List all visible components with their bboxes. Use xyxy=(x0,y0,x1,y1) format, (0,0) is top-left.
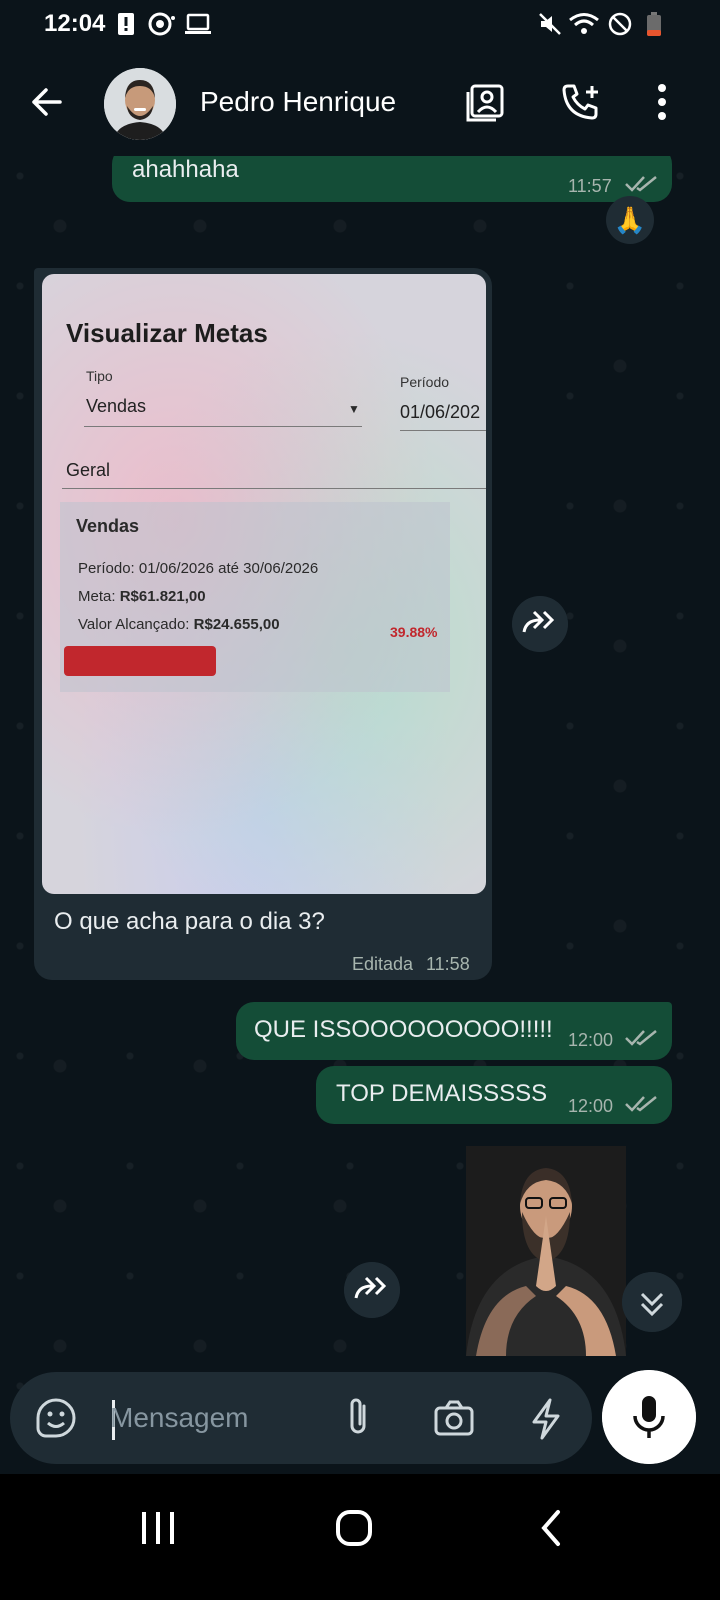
message-bubble-outgoing[interactable]: TOP DEMAISSSSS 12:00 xyxy=(316,1066,672,1124)
read-ticks-icon xyxy=(625,1030,657,1046)
message-bubble-outgoing[interactable]: QUE ISSOOOOOOOOO!!!!! 12:00 xyxy=(236,1002,672,1060)
card-valor-value: R$24.655,00 xyxy=(193,616,280,633)
divider xyxy=(62,488,486,489)
image-periodo-value: 01/06/202 xyxy=(400,402,481,422)
message-time: 11:58 xyxy=(426,954,470,974)
system-nav-bar xyxy=(0,1474,720,1600)
chat-header: Pedro Henrique xyxy=(0,48,720,156)
message-composer: Mensagem xyxy=(10,1372,592,1464)
back-nav-icon[interactable] xyxy=(528,1504,576,1552)
card-periodo: Período: 01/06/2026 até 30/06/2026 xyxy=(78,560,318,577)
message-text: TOP DEMAISSSSS xyxy=(336,1080,548,1107)
laptop-icon xyxy=(185,13,211,34)
image-tipo-label: Tipo xyxy=(86,368,113,384)
card-meta-value: R$61.821,00 xyxy=(119,588,206,605)
card-title: Vendas xyxy=(76,516,140,536)
chat-area[interactable]: ahahhaha 11:57 🙏 Visualizar Metas Tipo V… xyxy=(0,156,720,1506)
back-arrow-icon[interactable] xyxy=(26,82,66,122)
message-time: 12:00 xyxy=(568,1030,614,1050)
card-meta-label: Meta: xyxy=(78,588,116,605)
read-ticks-icon xyxy=(625,1096,657,1112)
message-time: 12:00 xyxy=(568,1096,614,1116)
forward-icon[interactable] xyxy=(512,596,568,652)
contact-name[interactable]: Pedro Henrique xyxy=(200,86,396,118)
message-time: 11:57 xyxy=(568,176,612,196)
sticker-emoji-icon[interactable] xyxy=(32,1394,80,1442)
status-bar: 12:04 xyxy=(0,0,720,48)
card-periodo-value: 01/06/2026 até 30/06/2026 xyxy=(138,560,319,577)
message-text: ahahhaha xyxy=(132,156,239,183)
wifi-icon xyxy=(569,13,599,34)
message-image[interactable]: Visualizar Metas Tipo Vendas ▼ Período 0… xyxy=(42,274,486,894)
microphone-icon[interactable] xyxy=(602,1370,696,1464)
avatar[interactable] xyxy=(104,68,176,140)
recent-apps-icon[interactable] xyxy=(134,1504,182,1552)
sticker-image xyxy=(466,1146,626,1356)
card-percent: 39.88% xyxy=(390,624,438,640)
status-time: 12:04 xyxy=(44,10,106,37)
battery-icon xyxy=(647,12,661,36)
progress-bar xyxy=(64,646,216,676)
card-valor: Valor Alcançado: R$24.655,00 xyxy=(78,616,280,633)
forward-icon[interactable] xyxy=(344,1262,400,1318)
card-valor-label: Valor Alcançado: xyxy=(78,616,190,633)
more-options-icon[interactable] xyxy=(638,78,686,126)
edited-label: Editada xyxy=(352,954,414,974)
do-not-disturb-icon xyxy=(608,12,632,36)
card-meta: Meta: R$61.821,00 xyxy=(78,588,206,605)
alert-icon xyxy=(118,13,134,35)
home-icon[interactable] xyxy=(330,1504,378,1552)
praying-man-sticker[interactable] xyxy=(466,1146,626,1356)
image-geral: Geral xyxy=(66,460,111,480)
mute-icon xyxy=(539,13,561,35)
attachment-icon[interactable] xyxy=(334,1394,382,1442)
image-caption: O que acha para o dia 3? xyxy=(54,908,325,935)
contact-avatar-image xyxy=(104,68,176,140)
message-input[interactable]: Mensagem xyxy=(110,1402,249,1434)
dropdown-caret-icon: ▼ xyxy=(348,402,360,416)
message-bubble-outgoing[interactable]: ahahhaha 11:57 xyxy=(112,156,672,202)
scroll-to-bottom-icon[interactable] xyxy=(622,1272,682,1332)
camera-icon[interactable] xyxy=(430,1394,478,1442)
read-ticks-icon xyxy=(625,176,657,192)
quick-reply-icon[interactable] xyxy=(522,1394,570,1442)
assistant-icon xyxy=(148,12,175,36)
image-tipo-value: Vendas xyxy=(86,396,147,416)
card-periodo-label: Período: xyxy=(78,560,135,577)
image-periodo-label: Período xyxy=(400,374,450,390)
add-call-icon[interactable] xyxy=(556,78,604,126)
message-text: QUE ISSOOOOOOOOO!!!!! xyxy=(254,1016,553,1043)
divider xyxy=(400,430,486,431)
divider xyxy=(84,426,362,427)
contact-card-icon[interactable] xyxy=(462,78,510,126)
reaction-badge[interactable]: 🙏 xyxy=(606,196,654,244)
image-title: Visualizar Metas xyxy=(66,318,268,348)
